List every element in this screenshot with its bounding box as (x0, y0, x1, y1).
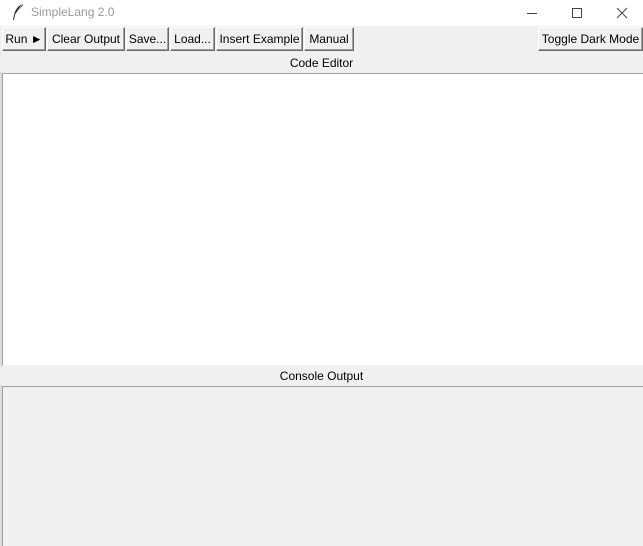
toolbar: Run ► Clear Output Save... Load... Inser… (0, 26, 643, 53)
minimize-button[interactable] (509, 0, 555, 26)
feather-icon (9, 3, 27, 21)
insert-example-button[interactable]: Insert Example (216, 27, 303, 51)
code-editor[interactable] (2, 73, 643, 365)
load-button[interactable]: Load... (170, 27, 215, 51)
clear-output-button[interactable]: Clear Output (47, 27, 125, 51)
code-editor-label: Code Editor (0, 54, 643, 72)
maximize-button[interactable] (554, 0, 600, 26)
console-output[interactable] (2, 386, 643, 546)
title-bar: SimpleLang 2.0 (0, 0, 643, 26)
close-button[interactable] (599, 0, 643, 26)
close-icon (616, 7, 628, 19)
manual-button[interactable]: Manual (304, 27, 354, 51)
minimize-icon (526, 7, 538, 19)
console-output-label: Console Output (0, 367, 643, 385)
window-title: SimpleLang 2.0 (31, 5, 115, 19)
toggle-dark-mode-button[interactable]: Toggle Dark Mode (538, 27, 643, 51)
save-button[interactable]: Save... (126, 27, 169, 51)
maximize-icon (571, 7, 583, 19)
run-button[interactable]: Run ► (2, 27, 46, 51)
